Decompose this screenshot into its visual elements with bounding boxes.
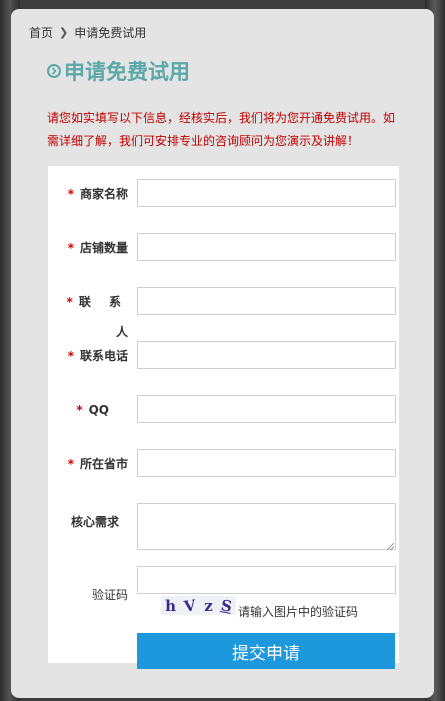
circle-chevron-right-icon	[47, 64, 61, 78]
required-mark: *	[67, 241, 74, 255]
required-mark: *	[67, 349, 74, 363]
contact-label: * 联 系 人	[66, 295, 135, 339]
qq-label: * QQ	[76, 403, 109, 417]
store-count-label: * 店铺数量	[67, 241, 128, 255]
core-needs-textarea[interactable]	[137, 503, 396, 550]
contact-input[interactable]	[137, 287, 396, 315]
trial-form: * 商家名称 * 店铺数量 * 联 系 人 * 联系电话 * QQ * 所在省市 核心需求	[48, 166, 399, 669]
captcha-image[interactable]: h V z S	[161, 596, 236, 615]
required-mark: *	[76, 403, 83, 417]
merchant-name-row: * 商家名称	[48, 179, 399, 209]
core-needs-label: 核心需求	[70, 515, 119, 529]
breadcrumb-current: 申请免费试用	[74, 26, 147, 40]
submit-button[interactable]: 提交申请	[137, 633, 395, 669]
store-count-row: * 店铺数量	[48, 233, 399, 263]
province-city-label: * 所在省市	[67, 457, 128, 471]
merchant-name-label: * 商家名称	[67, 187, 128, 201]
required-mark: *	[67, 457, 74, 471]
captcha-hint: 请输入图片中的验证码	[238, 605, 359, 619]
province-city-input[interactable]	[137, 449, 396, 477]
contact-row: * 联 系 人	[48, 287, 399, 339]
required-mark: *	[66, 295, 73, 309]
page-title-text: 申请免费试用	[64, 59, 190, 84]
province-city-row: * 所在省市	[48, 449, 399, 479]
core-needs-row: 核心需求	[48, 503, 399, 550]
breadcrumb: 首页 ❯ 申请免费试用	[29, 24, 146, 41]
intro-text: 请您如实填写以下信息，经核实后，我们将为您开通免费试用。如需详细了解，我们可安排…	[47, 111, 396, 148]
captcha-label: 验证码	[91, 588, 128, 602]
required-mark: *	[67, 187, 74, 201]
breadcrumb-home-link[interactable]: 首页	[29, 24, 53, 41]
phone-input[interactable]	[137, 341, 396, 369]
trial-application-panel: 首页 ❯ 申请免费试用 申请免费试用 请您如实填写以下信息，经核实后，我们将为您…	[11, 9, 434, 698]
phone-label: * 联系电话	[67, 349, 128, 363]
captcha-input[interactable]	[137, 566, 396, 594]
qq-input[interactable]	[137, 395, 396, 423]
qq-row: * QQ	[48, 395, 399, 425]
phone-row: * 联系电话	[48, 341, 399, 371]
store-count-input[interactable]	[137, 233, 396, 261]
page-title: 申请免费试用	[47, 56, 190, 86]
chevron-right-icon: ❯	[59, 26, 69, 39]
textarea-resize-handle[interactable]	[387, 543, 394, 550]
merchant-name-input[interactable]	[137, 179, 396, 207]
